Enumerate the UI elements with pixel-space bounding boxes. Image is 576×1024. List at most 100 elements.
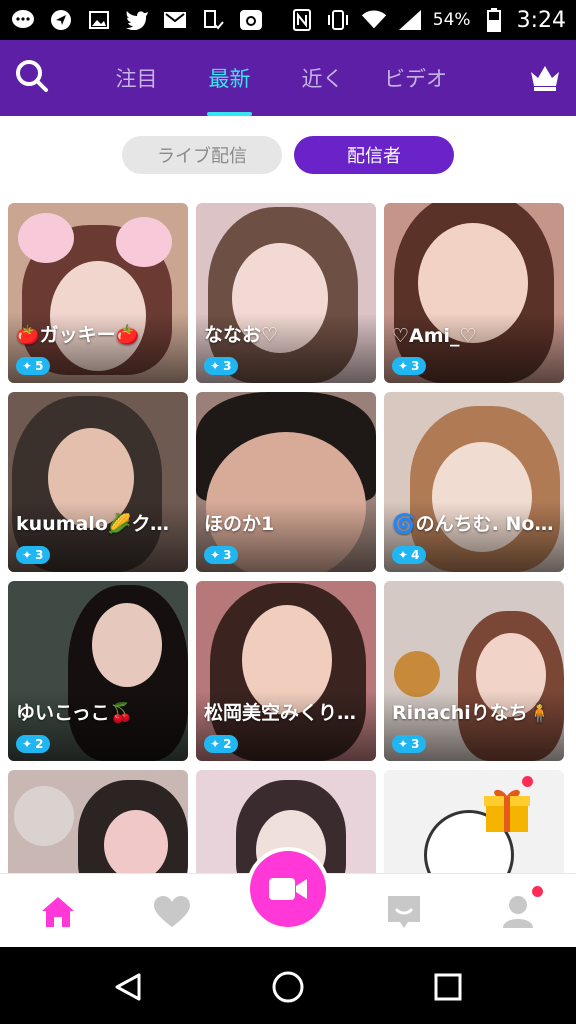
ranking-button[interactable] (528, 62, 562, 92)
star-icon: ✦ (398, 737, 409, 751)
level-badge: ✦ 2 (16, 735, 50, 753)
broadcaster-card[interactable]: ほのか1 ✦ 3 (196, 392, 376, 572)
go-live-circle (250, 851, 326, 927)
level-value: 2 (35, 737, 44, 751)
feed-tabs: 注目 最新 近く ビデオ (90, 40, 462, 116)
level-value: 4 (411, 548, 420, 562)
level-value: 2 (223, 737, 232, 751)
status-bar: 54% 3:24 (0, 0, 576, 40)
broadcaster-name: ほのか1 (204, 513, 275, 535)
broadcaster-grid: 🍅ガッキー🍅 ✦ 5 ななお♡ ✦ 3 ♡Ami_♡ ✦ 3 kuumalo🌽クル… … (8, 203, 570, 873)
home-circle-icon (272, 971, 304, 1003)
star-icon: ✦ (22, 359, 33, 373)
star-icon: ✦ (22, 548, 33, 562)
camera-icon (238, 8, 264, 32)
broadcaster-name: 🌀のんちむ. No… (392, 513, 554, 535)
star-icon: ✦ (210, 737, 221, 751)
chat-icon (10, 8, 36, 32)
broadcaster-name: ♡Ami_♡ (392, 325, 477, 347)
mail-icon (162, 8, 188, 32)
search-button[interactable] (14, 58, 50, 94)
signal-icon (397, 8, 423, 32)
clock: 3:24 (516, 7, 566, 33)
send-icon (48, 8, 74, 32)
nfc-icon (289, 8, 315, 32)
recents-button[interactable] (428, 969, 468, 1005)
bear-ear-left (18, 213, 74, 263)
broadcaster-card[interactable] (8, 770, 188, 873)
nav-profile[interactable] (498, 892, 538, 932)
star-icon: ✦ (22, 737, 33, 751)
profile-notification-dot (532, 886, 543, 897)
broadcaster-name: kuumalo🌽クル… (16, 513, 182, 535)
level-badge: ✦ 3 (392, 357, 426, 375)
battery-icon (481, 8, 507, 32)
broadcaster-name: 松岡美空みくり… (204, 702, 357, 724)
go-live-button[interactable] (246, 847, 330, 931)
back-icon (115, 973, 141, 1001)
level-badge: ✦ 4 (392, 546, 426, 564)
search-icon (16, 60, 48, 92)
level-value: 3 (35, 548, 44, 562)
tab-featured[interactable]: 注目 (90, 40, 183, 116)
bear-ear-right (116, 217, 172, 267)
system-navigation-bar (0, 947, 576, 1024)
broadcaster-name: Rinachiりなち🧍 (392, 702, 552, 724)
broadcaster-name: ゆいこっこ🍒 (16, 702, 134, 724)
live-stream-toggle[interactable]: ライブ配信 (122, 136, 282, 174)
broadcaster-card[interactable] (384, 770, 564, 873)
broadcaster-card[interactable]: ゆいこっこ🍒 ✦ 2 (8, 581, 188, 761)
level-value: 3 (223, 548, 232, 562)
nav-messages[interactable] (384, 892, 424, 932)
broadcaster-card[interactable]: Rinachiりなち🧍 ✦ 3 (384, 581, 564, 761)
wifi-icon (361, 8, 387, 32)
crown-icon (531, 66, 559, 91)
broadcaster-card[interactable]: 🌀のんちむ. No… ✦ 4 (384, 392, 564, 572)
broadcaster-name: ななお♡ (204, 324, 279, 346)
tab-latest[interactable]: 最新 (183, 40, 276, 116)
vibrate-icon (325, 8, 351, 32)
level-badge: ✦ 3 (16, 546, 50, 564)
level-value: 3 (223, 359, 232, 373)
star-icon: ✦ (398, 359, 409, 373)
home-icon (42, 897, 74, 927)
level-badge: ✦ 3 (204, 546, 238, 564)
star-icon: ✦ (210, 359, 221, 373)
broadcaster-card[interactable]: 🍅ガッキー🍅 ✦ 5 (8, 203, 188, 383)
system-status: 54% 3:24 (289, 8, 566, 33)
image-icon (86, 8, 112, 32)
profile-icon (503, 896, 533, 928)
gift-icon[interactable] (482, 784, 532, 834)
level-badge: ✦ 2 (204, 735, 238, 753)
tab-nearby[interactable]: 近く (276, 40, 369, 116)
broadcaster-card[interactable]: 松岡美空みくり… ✦ 2 (196, 581, 376, 761)
recents-icon (434, 973, 462, 1001)
star-icon: ✦ (210, 548, 221, 562)
level-value: 3 (411, 737, 420, 751)
tab-video[interactable]: ビデオ (369, 40, 462, 116)
heart-icon (154, 896, 190, 927)
video-camera-icon (269, 878, 307, 900)
broadcaster-card[interactable]: ♡Ami_♡ ✦ 3 (384, 203, 564, 383)
broadcaster-card[interactable]: kuumalo🌽クル… ✦ 3 (8, 392, 188, 572)
level-badge: ✦ 3 (392, 735, 426, 753)
level-badge: ✦ 5 (16, 357, 50, 375)
message-icon (388, 896, 420, 928)
broadcaster-toggle[interactable]: 配信者 (294, 136, 454, 174)
nav-home[interactable] (38, 892, 78, 932)
notification-icons (10, 8, 264, 32)
nav-favorites[interactable] (152, 892, 192, 932)
broadcaster-card[interactable]: ななお♡ ✦ 3 (196, 203, 376, 383)
level-value: 5 (35, 359, 44, 373)
battery-percent: 54% (432, 10, 471, 30)
twitter-icon (124, 8, 150, 32)
back-button[interactable] (108, 969, 148, 1005)
notification-dot (522, 776, 533, 787)
broadcaster-name: 🍅ガッキー🍅 (16, 324, 140, 346)
top-app-bar: 注目 最新 近く ビデオ (0, 40, 576, 116)
level-value: 3 (411, 359, 420, 373)
home-button[interactable] (268, 969, 308, 1005)
level-badge: ✦ 3 (204, 357, 238, 375)
sim-icon (200, 8, 226, 32)
star-icon: ✦ (398, 548, 409, 562)
